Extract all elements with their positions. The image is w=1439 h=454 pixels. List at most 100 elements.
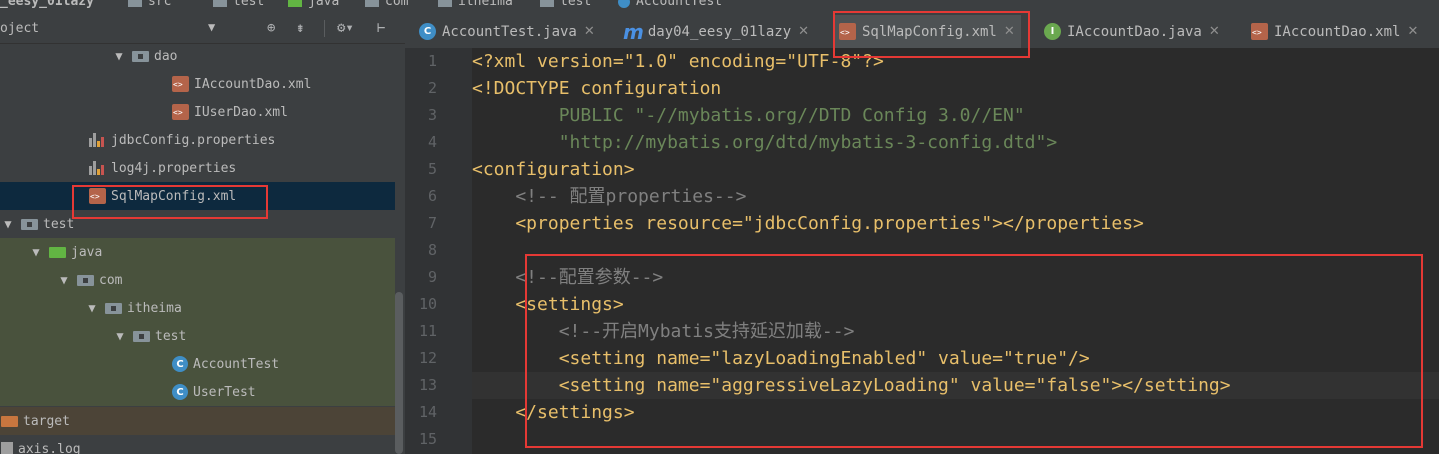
folder-icon <box>128 0 142 7</box>
close-icon[interactable]: ✕ <box>584 24 595 39</box>
package-icon <box>133 330 150 342</box>
gear-icon[interactable]: ⚙▾ <box>337 20 354 36</box>
tree-item-label: axis.log <box>18 441 81 454</box>
code-line: <!--配置参数--> <box>472 264 1439 291</box>
breadcrumb-item-src[interactable]: src <box>128 0 171 10</box>
breadcrumb-item-test2[interactable]: test <box>540 0 591 10</box>
package-icon <box>77 274 94 286</box>
breadcrumb-item-itheima[interactable]: itheima <box>438 0 513 10</box>
tab-sqlmapconfig-xml[interactable]: SqlMapConfig.xml ✕ <box>833 15 1021 48</box>
xml-file-icon <box>89 188 106 204</box>
chevron-down-icon[interactable]: ▼ <box>208 20 215 34</box>
tree-item-sqlmapconfig-xml[interactable]: SqlMapConfig.xml <box>0 182 395 210</box>
tree-item-label: target <box>23 413 70 429</box>
tree-item-java[interactable]: ▼ java <box>0 238 395 266</box>
line-number: 3 <box>427 106 437 124</box>
tree-item-iuserdao-xml[interactable]: IUserDao.xml <box>0 98 395 126</box>
xml-file-icon <box>172 104 189 120</box>
tree-item-usertest[interactable]: C UserTest <box>0 378 395 406</box>
folder-icon <box>540 0 554 7</box>
tab-label: day04_eesy_01lazy <box>647 23 792 40</box>
folder-icon <box>132 50 149 62</box>
line-number: 6 <box>427 187 437 205</box>
expand-arrow-icon[interactable]: ▼ <box>57 273 71 287</box>
code-line-text: <setting name="lazyLoadingEnabled" value… <box>472 348 1090 369</box>
class-icon <box>618 0 630 8</box>
code-line: <!-- 配置properties--> <box>472 183 1439 210</box>
code-line-text: PUBLIC "-//mybatis.org//DTD Config 3.0//… <box>472 105 1025 126</box>
project-scrollbar[interactable] <box>395 292 403 454</box>
code-line: "http://mybatis.org/dtd/mybatis-3-config… <box>472 129 1439 156</box>
breadcrumb-item-java[interactable]: java <box>288 0 339 10</box>
tree-item-label: log4j.properties <box>111 160 237 176</box>
tree-item-axis-log[interactable]: axis.log <box>0 435 395 454</box>
tree-item-test-package[interactable]: ▼ test <box>0 322 395 350</box>
tree-item-label: IAccountDao.xml <box>194 76 312 92</box>
package-icon <box>105 302 122 314</box>
tab-label: SqlMapConfig.xml <box>862 23 997 40</box>
tree-item-log4j-properties[interactable]: log4j.properties <box>0 154 395 182</box>
collapse-all-icon[interactable]: ⇟ <box>296 20 304 36</box>
tree-item-label: jdbcConfig.properties <box>111 132 276 148</box>
tree-item-test[interactable]: ▼ test <box>0 210 395 238</box>
test-source-folder-icon <box>49 246 66 258</box>
class-icon: C <box>419 23 436 40</box>
code-line-text: </settings> <box>472 402 635 423</box>
expand-arrow-icon[interactable]: ▼ <box>29 245 43 259</box>
tree-item-accounttest[interactable]: C AccountTest <box>0 350 395 378</box>
expand-arrow-icon[interactable]: ▼ <box>85 301 99 315</box>
tab-iaccountdao-xml[interactable]: IAccountDao.xml ✕ <box>1251 15 1418 48</box>
breadcrumb-item-test[interactable]: test <box>213 0 264 10</box>
tree-item-label: UserTest <box>193 384 256 400</box>
project-panel: oject ▼ ⊕ ⇟ ⚙▾ ⊢ ▼ dao IAccountDao.xml I… <box>0 15 405 454</box>
tree-item-dao[interactable]: ▼ dao <box>0 42 395 70</box>
breadcrumb: _eesy_01lazy src test java com itheima t… <box>0 0 1439 15</box>
tree-item-label: test <box>43 216 75 232</box>
code-line: <properties resource="jdbcConfig.propert… <box>472 210 1439 237</box>
line-number: 2 <box>427 79 437 97</box>
tab-accounttest-java[interactable]: C AccountTest.java ✕ <box>419 15 595 48</box>
line-number: 11 <box>418 322 437 340</box>
editor-tab-bar: C AccountTest.java ✕ m day04_eesy_01lazy… <box>405 15 1439 49</box>
close-icon[interactable]: ✕ <box>1209 24 1220 39</box>
code-editor[interactable]: <?xml version="1.0" encoding="UTF-8"?> <… <box>472 48 1439 454</box>
locate-icon[interactable]: ⊕ <box>267 20 275 36</box>
tree-item-target[interactable]: target <box>0 407 395 435</box>
code-line: <!DOCTYPE configuration <box>472 75 1439 102</box>
interface-icon: I <box>1044 23 1061 40</box>
tree-item-iaccountdao-xml[interactable]: IAccountDao.xml <box>0 70 395 98</box>
expand-arrow-icon[interactable]: ▼ <box>113 329 127 343</box>
close-icon[interactable]: ✕ <box>1004 24 1015 39</box>
excluded-folder-icon <box>1 415 18 427</box>
tab-label: IAccountDao.java <box>1067 23 1202 40</box>
tree-item-label: itheima <box>127 300 182 316</box>
code-line-text: <!-- 配置properties--> <box>472 186 747 207</box>
project-view-title[interactable]: oject <box>0 21 39 36</box>
folder-icon <box>288 0 302 7</box>
line-number: 9 <box>427 268 437 286</box>
tab-iaccountdao-java[interactable]: I IAccountDao.java ✕ <box>1044 15 1220 48</box>
code-line: <configuration> <box>472 156 1439 183</box>
code-line: <?xml version="1.0" encoding="UTF-8"?> <box>472 48 1439 75</box>
breadcrumb-item-class[interactable]: AccountTest <box>618 0 722 10</box>
expand-arrow-icon[interactable]: ▼ <box>1 217 15 231</box>
line-number-gutter: 1 2 3 4 5 6 7 8 9 10 11 12 13 14 15 <box>405 48 497 454</box>
close-icon[interactable]: ✕ <box>798 24 809 39</box>
line-number: 8 <box>427 241 437 259</box>
code-line-text: "http://mybatis.org/dtd/mybatis-3-config… <box>472 132 1058 153</box>
breadcrumb-item-com[interactable]: com <box>365 0 408 10</box>
code-line: <setting name="lazyLoadingEnabled" value… <box>472 345 1439 372</box>
tree-item-label: com <box>99 272 123 288</box>
expand-arrow-icon[interactable]: ▼ <box>112 49 126 63</box>
close-icon[interactable]: ✕ <box>1407 24 1418 39</box>
tree-item-itheima[interactable]: ▼ itheima <box>0 294 395 322</box>
tree-item-com[interactable]: ▼ com <box>0 266 395 294</box>
tab-label: AccountTest.java <box>442 23 577 40</box>
folder-icon <box>438 0 452 7</box>
tree-item-jdbcconfig-properties[interactable]: jdbcConfig.properties <box>0 126 395 154</box>
tab-day04-eesy-01lazy[interactable]: m day04_eesy_01lazy ✕ <box>623 15 809 48</box>
hide-panel-icon[interactable]: ⊢ <box>377 20 385 36</box>
breadcrumb-item-project[interactable]: _eesy_01lazy <box>0 0 94 10</box>
properties-file-icon <box>89 132 106 148</box>
